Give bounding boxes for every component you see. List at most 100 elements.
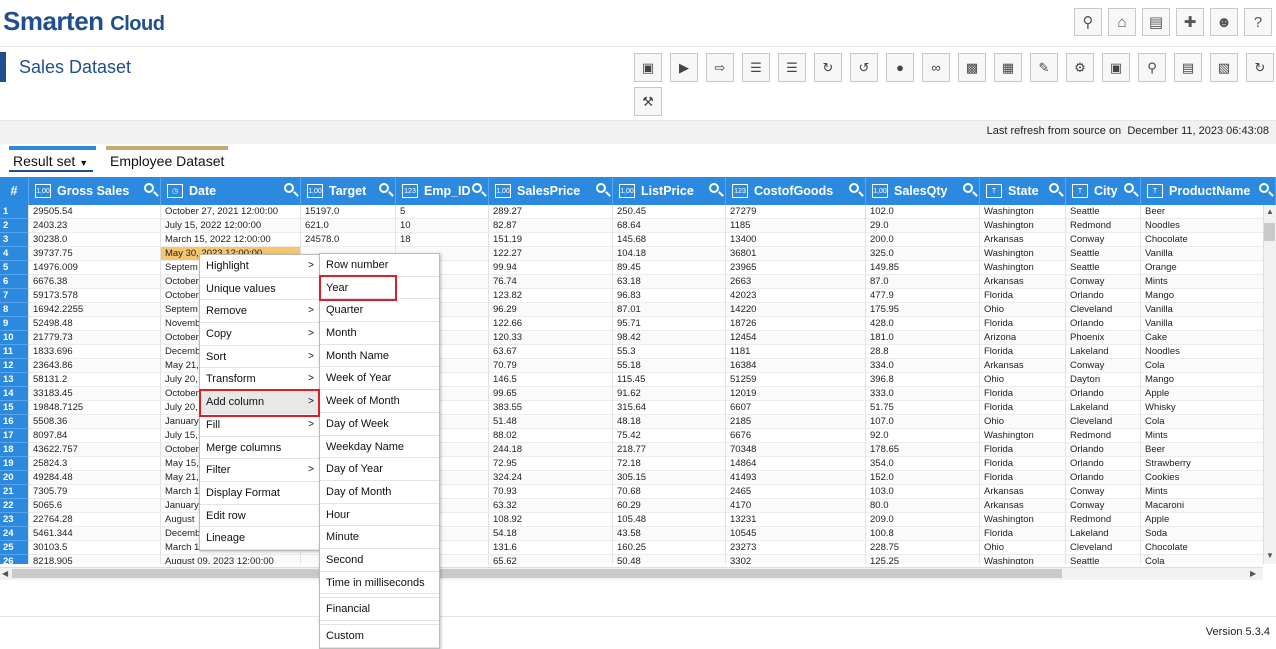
column-header[interactable]: 1,00 Gross Sales <box>29 177 161 205</box>
table-cell[interactable]: 5461.344 <box>29 527 161 541</box>
search-icon[interactable] <box>1259 183 1269 193</box>
help-icon[interactable]: ? <box>1244 8 1272 36</box>
table-cell[interactable]: March 15, 2022 12:00:00 <box>161 233 301 247</box>
folder-icon[interactable]: ▤ <box>1142 8 1170 36</box>
table-cell[interactable]: Orlando <box>1066 317 1141 331</box>
table-cell[interactable]: 120.33 <box>489 331 613 345</box>
table-cell[interactable]: Florida <box>980 457 1066 471</box>
table-row[interactable]: 2 2403.23 July 15, 2022 12:00:00 621.0 10 82.… <box>0 219 1263 233</box>
refresh-icon[interactable]: ↺ <box>850 53 878 82</box>
table-cell[interactable]: July 15, 2022 12:00:00 <box>161 219 301 233</box>
table-cell[interactable]: 2663 <box>726 275 866 289</box>
table-cell[interactable]: Seattle <box>1066 261 1141 275</box>
table-cell[interactable]: 23643.86 <box>29 359 161 373</box>
table-cell[interactable]: 21779.73 <box>29 331 161 345</box>
table-row[interactable]: 7 59173.578 October 123.82 96.83 42023 477.9 Fl… <box>0 289 1263 303</box>
table-cell[interactable]: 354.0 <box>866 457 980 471</box>
table-cell[interactable]: 14864 <box>726 457 866 471</box>
table-cell[interactable]: 324.24 <box>489 471 613 485</box>
column-header[interactable]: 123 CostofGoods <box>726 177 866 205</box>
column-header[interactable]: 1,00 SalesPrice <box>489 177 613 205</box>
table-cell[interactable]: 49284.48 <box>29 471 161 485</box>
table-cell[interactable]: 10 <box>396 219 489 233</box>
table-row[interactable]: 6 6676.38 October 76.74 63.18 2663 87.0 Arkansa… <box>0 275 1263 289</box>
search-icon[interactable] <box>1124 183 1134 193</box>
table-cell[interactable]: 178.65 <box>866 443 980 457</box>
table-cell[interactable]: Orlando <box>1066 443 1141 457</box>
column-header[interactable]: T City <box>1066 177 1141 205</box>
table-cell[interactable]: Whisky <box>1141 401 1263 415</box>
menu-item-copy[interactable]: Copy > <box>200 323 319 346</box>
table-cell[interactable]: 5 <box>396 205 489 219</box>
table-cell[interactable]: Seattle <box>1066 247 1141 261</box>
table-cell[interactable]: 95.71 <box>613 317 726 331</box>
table-cell[interactable]: Florida <box>980 387 1066 401</box>
menu-item-display-format[interactable]: Display Format <box>200 481 319 505</box>
table-row[interactable]: 22 5065.6 January 63.32 60.29 4170 80.0 Arkansa… <box>0 499 1263 513</box>
table-cell[interactable]: 58131.2 <box>29 373 161 387</box>
grid-icon[interactable]: ▦ <box>994 53 1022 82</box>
image-icon[interactable]: ▣ <box>1102 53 1130 82</box>
table-cell[interactable]: 305.15 <box>613 471 726 485</box>
database-icon[interactable]: ☰ <box>778 53 806 82</box>
table-cell[interactable]: 70348 <box>726 443 866 457</box>
table-cell[interactable]: Arkansas <box>980 499 1066 513</box>
table-cell[interactable]: 76.74 <box>489 275 613 289</box>
save-icon[interactable]: ▣ <box>634 53 662 82</box>
tab-result-set[interactable]: Result set ▼ <box>9 146 96 172</box>
table-row[interactable]: 5 14976.009 Septem 99.94 89.45 23965 149.85 Was… <box>0 261 1263 275</box>
table-cell[interactable]: 18 <box>396 233 489 247</box>
table-cell[interactable]: 12019 <box>726 387 866 401</box>
table-cell[interactable]: 122.27 <box>489 247 613 261</box>
table-cell[interactable]: 105.48 <box>613 513 726 527</box>
table-cell[interactable]: 131.6 <box>489 541 613 555</box>
table-cell[interactable]: 250.45 <box>613 205 726 219</box>
table-cell[interactable]: Arkansas <box>980 485 1066 499</box>
table-cell[interactable]: 209.0 <box>866 513 980 527</box>
scroll-left-icon[interactable]: ◀ <box>2 569 8 578</box>
table-cell[interactable]: 6676.38 <box>29 275 161 289</box>
column-header[interactable]: 123 Emp_ID <box>396 177 489 205</box>
table-cell[interactable]: 43.58 <box>613 527 726 541</box>
table-cell[interactable]: 8097.84 <box>29 429 161 443</box>
menu-item-unique-values[interactable]: Unique values <box>200 277 319 301</box>
table-cell[interactable]: Vanilla <box>1141 247 1263 261</box>
table-cell[interactable]: 96.29 <box>489 303 613 317</box>
column-header[interactable]: T State <box>980 177 1066 205</box>
column-header[interactable]: ◷ Date <box>161 177 301 205</box>
table-cell[interactable]: 200.0 <box>866 233 980 247</box>
table-cell[interactable]: 63.18 <box>613 275 726 289</box>
table-cell[interactable]: 50.48 <box>613 555 726 564</box>
table-cell[interactable]: Arkansas <box>980 275 1066 289</box>
table-cell[interactable]: 383.55 <box>489 401 613 415</box>
table-cell[interactable]: Mints <box>1141 429 1263 443</box>
table-cell[interactable]: 55.3 <box>613 345 726 359</box>
table-cell[interactable]: 428.0 <box>866 317 980 331</box>
table-cell[interactable]: 51.75 <box>866 401 980 415</box>
table-cell[interactable]: Orlando <box>1066 289 1141 303</box>
submenu-item-quarter[interactable]: Quarter <box>320 299 439 323</box>
table-row[interactable]: 1 29505.54 October 27, 2021 12:00:00 15197.… <box>0 205 1263 219</box>
table-row[interactable]: 9 52498.48 Novemb 122.66 95.71 18726 428.0 Flor… <box>0 317 1263 331</box>
table-row[interactable]: 24 5461.344 Decemb 54.18 43.58 10545 100.8 Flor… <box>0 527 1263 541</box>
table-cell[interactable]: 63.32 <box>489 499 613 513</box>
table-row[interactable]: 21 7305.79 March 1 70.93 70.68 2465 103.0 Arkan… <box>0 485 1263 499</box>
table-cell[interactable]: Phoenix <box>1066 331 1141 345</box>
table-cell[interactable]: Florida <box>980 527 1066 541</box>
table-cell[interactable]: 25824.3 <box>29 457 161 471</box>
submenu-item-week-of-month[interactable]: Week of Month <box>320 390 439 413</box>
table-cell[interactable]: Cleveland <box>1066 415 1141 429</box>
table-cell[interactable]: 30103.5 <box>29 541 161 555</box>
table-row[interactable]: 25 30103.5 March 1 131.6 160.25 23273 228.75 Oh… <box>0 541 1263 555</box>
table-cell[interactable]: Florida <box>980 443 1066 457</box>
table-cell[interactable]: Florida <box>980 401 1066 415</box>
table-cell[interactable]: 70.68 <box>613 485 726 499</box>
search-icon[interactable] <box>963 183 973 193</box>
table-row[interactable]: 26 8218.905 August 09, 2023 12:00:00 65.62 5… <box>0 555 1263 564</box>
table-cell[interactable]: 107.0 <box>866 415 980 429</box>
submenu-item-day-of-year[interactable]: Day of Year <box>320 458 439 481</box>
table-row[interactable]: 16 5508.36 January 51.48 48.18 2185 107.0 Ohio C… <box>0 415 1263 429</box>
table-cell[interactable]: 13231 <box>726 513 866 527</box>
table-cell[interactable]: Vanilla <box>1141 303 1263 317</box>
table-cell[interactable]: Cookies <box>1141 471 1263 485</box>
